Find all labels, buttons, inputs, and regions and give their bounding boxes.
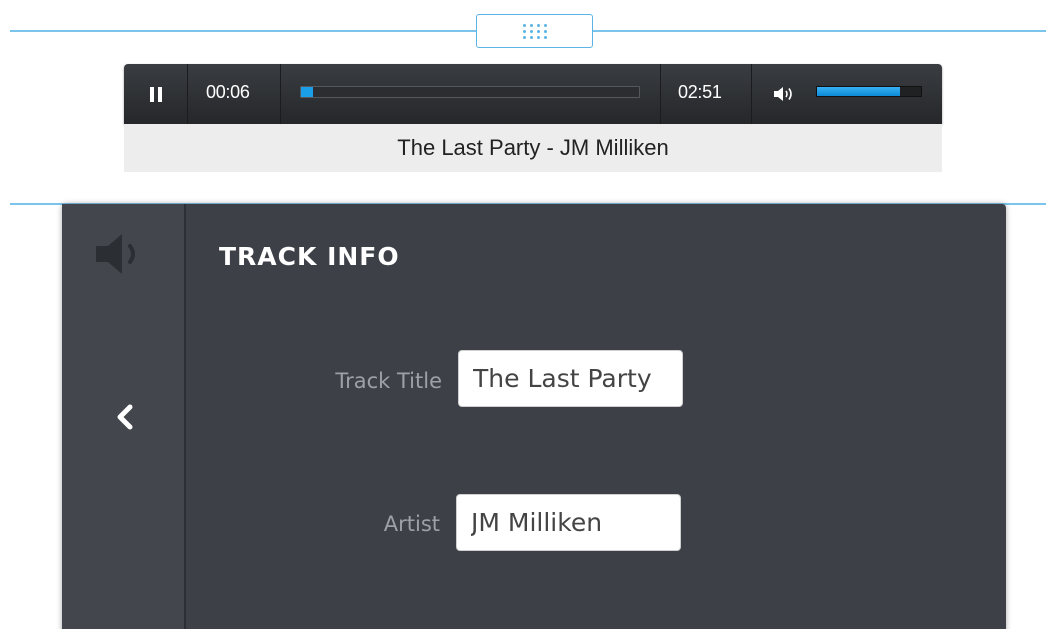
volume-slider[interactable]	[816, 86, 922, 97]
now-playing-label: The Last Party - JM Milliken	[124, 124, 942, 172]
grip-icon	[522, 23, 547, 39]
speaker-icon	[96, 234, 135, 274]
progress-bar[interactable]	[300, 86, 640, 98]
track-title-input[interactable]	[458, 350, 683, 407]
volume-fill	[817, 87, 901, 96]
stage: 00:06 02:51 The Last Party - JM Milliken	[0, 0, 1046, 629]
divider	[751, 64, 752, 124]
drag-handle[interactable]	[476, 14, 593, 48]
divider	[660, 64, 661, 124]
panel-title: TRACK INFO	[219, 242, 400, 271]
panel-sidebar	[62, 204, 186, 629]
artist-label: Artist	[383, 512, 440, 536]
volume-icon[interactable]	[772, 84, 798, 104]
artist-input[interactable]	[456, 494, 681, 551]
pause-icon	[149, 86, 154, 102]
audio-player: 00:06 02:51	[124, 64, 942, 124]
progress-fill	[301, 87, 313, 97]
current-time: 00:06	[206, 82, 250, 102]
track-title-label: Track Title	[335, 369, 442, 393]
track-info-panel: TRACK INFO Track Title Artist	[62, 204, 1006, 629]
divider	[280, 64, 281, 124]
pause-button[interactable]	[124, 64, 188, 124]
total-time: 02:51	[678, 82, 722, 102]
chevron-left-icon[interactable]	[110, 400, 140, 434]
